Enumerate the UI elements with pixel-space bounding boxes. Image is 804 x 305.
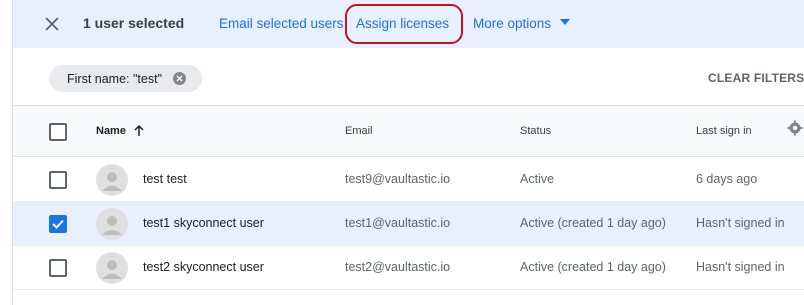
user-status: Active: [520, 172, 555, 186]
filter-bar: First name: "test" CLEAR FILTERS: [13, 48, 804, 106]
close-selection-button[interactable]: [41, 13, 63, 35]
table-row[interactable]: test test test9@vaultastic.io Active 6 d…: [13, 158, 804, 202]
column-header-last-sign-in[interactable]: Last sign in: [696, 125, 752, 137]
more-options-button[interactable]: More options: [473, 16, 571, 31]
filter-chip-label: First name: "test": [67, 71, 163, 86]
selected-count-label: 1 user selected: [83, 15, 185, 31]
user-email: test1@vaultastic.io: [345, 216, 451, 230]
column-header-email[interactable]: Email: [345, 125, 373, 137]
user-last-sign-in: Hasn't signed in: [696, 216, 785, 230]
table-row[interactable]: test2 skyconnect user test2@vaultastic.i…: [13, 246, 804, 290]
select-all-checkbox[interactable]: [49, 123, 67, 141]
close-icon: [45, 17, 59, 31]
row-checkbox[interactable]: [49, 215, 67, 233]
user-name[interactable]: test test: [143, 172, 187, 186]
row-checkbox[interactable]: [49, 171, 67, 189]
user-avatar-icon: [96, 164, 128, 196]
clear-filters-button[interactable]: CLEAR FILTERS: [708, 71, 804, 85]
users-panel: 1 user selected Email selected users Ass…: [12, 0, 804, 305]
user-email: test9@vaultastic.io: [345, 172, 451, 186]
user-last-sign-in: 6 days ago: [696, 172, 758, 186]
checkmark-icon: [52, 219, 64, 229]
selection-bar: 1 user selected Email selected users Ass…: [13, 0, 804, 48]
user-status: Active (created 1 day ago): [520, 216, 666, 230]
table-header: Name Email Status Last sign in: [13, 106, 804, 157]
email-selected-users-button[interactable]: Email selected users: [219, 16, 344, 31]
user-status: Active (created 1 day ago): [520, 260, 666, 274]
table-row[interactable]: test1 skyconnect user test1@vaultastic.i…: [13, 202, 804, 246]
annotation-highlight: [345, 4, 463, 44]
user-name[interactable]: test1 skyconnect user: [143, 216, 264, 230]
gear-icon[interactable]: [787, 120, 803, 136]
chip-remove-icon[interactable]: [173, 72, 186, 85]
row-checkbox[interactable]: [49, 259, 67, 277]
user-avatar-icon: [96, 208, 128, 240]
filter-chip[interactable]: First name: "test": [49, 65, 202, 92]
caret-down-icon: [560, 19, 571, 26]
user-last-sign-in: Hasn't signed in: [696, 260, 785, 274]
page-gutter: [0, 0, 12, 305]
user-email: test2@vaultastic.io: [345, 260, 451, 274]
more-options-label: More options: [473, 16, 552, 31]
user-name[interactable]: test2 skyconnect user: [143, 260, 264, 274]
column-header-name[interactable]: Name: [96, 125, 126, 137]
user-avatar-icon: [96, 252, 128, 284]
sort-ascending-icon[interactable]: [132, 124, 146, 138]
column-header-status[interactable]: Status: [520, 125, 551, 137]
